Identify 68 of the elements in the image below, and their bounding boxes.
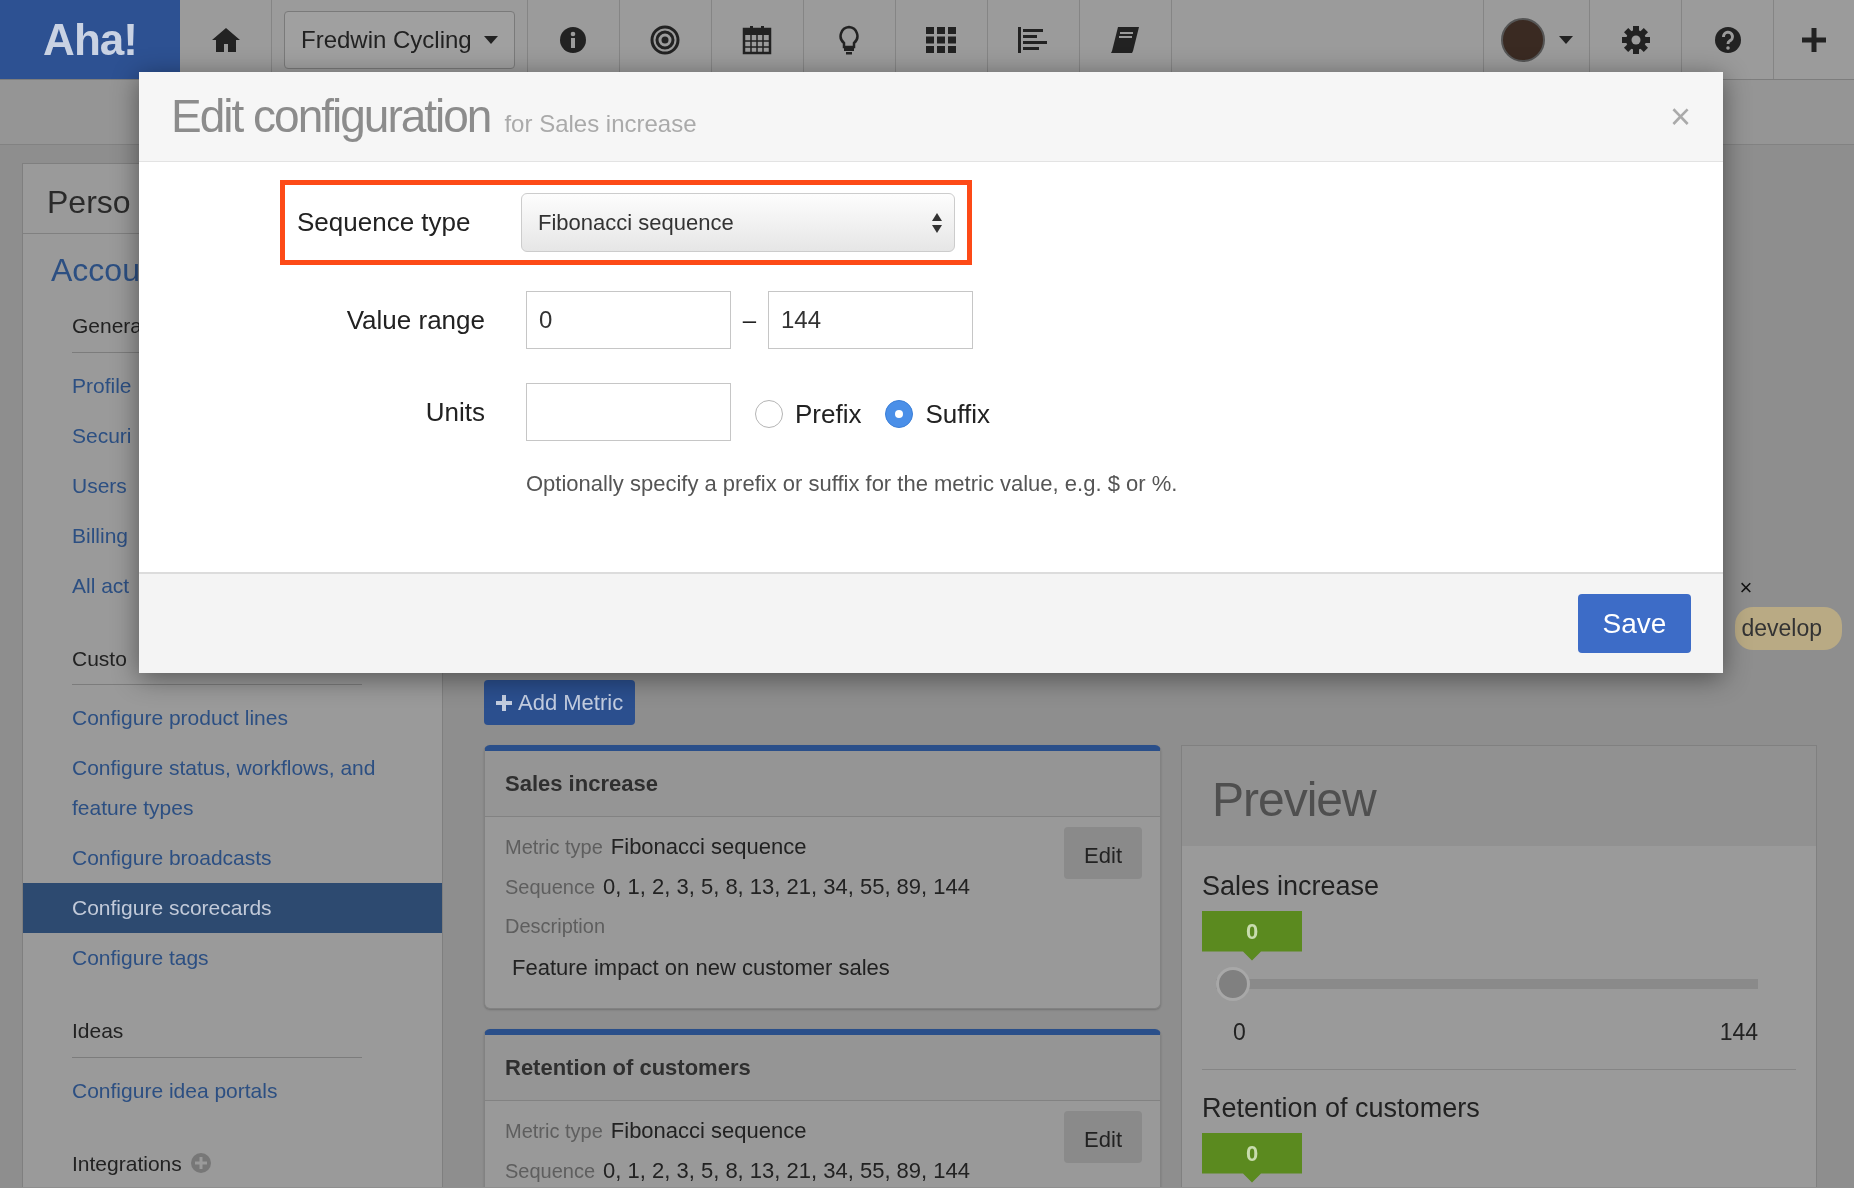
help-text: Optionally specify a prefix or suffix for the metric value, e.g. $ or %. xyxy=(526,470,1179,498)
grid-icon xyxy=(926,26,957,53)
slider-min-label: 0 xyxy=(1233,1017,1246,1047)
sidebar-link[interactable]: Configure status, workflows, and feature types xyxy=(23,743,442,833)
tag: develop xyxy=(1735,607,1842,650)
field-value: 0, 1, 2, 3, 5, 8, 13, 21, 34, 55, 89, 144 xyxy=(603,873,971,901)
edit-button[interactable]: Edit xyxy=(1064,1111,1142,1163)
calendar-icon xyxy=(742,24,773,55)
sidebar-link[interactable]: Configure scorecards xyxy=(23,883,442,933)
field-label: Sequence xyxy=(505,1159,596,1184)
range-separator: – xyxy=(741,305,758,335)
slider-handle[interactable] xyxy=(1216,966,1250,1001)
save-button[interactable]: Save xyxy=(1578,594,1691,653)
target-icon xyxy=(650,24,681,55)
radio-label: Prefix xyxy=(795,397,862,431)
lightbulb-icon xyxy=(838,24,861,55)
radio-button[interactable] xyxy=(885,400,914,428)
dialog-subtitle: for Sales increase xyxy=(504,108,697,139)
settings-icon xyxy=(1620,24,1651,55)
field-value: Fibonacci sequence xyxy=(610,833,807,861)
metric-title: Sales increase xyxy=(485,751,1160,817)
plus-icon xyxy=(1801,26,1827,53)
input-field[interactable]: 144 xyxy=(768,291,973,349)
sidebar-link[interactable]: Configure idea portals xyxy=(23,1065,442,1116)
sidebar-link[interactable]: Configure product lines xyxy=(23,693,442,743)
section-heading: Genera xyxy=(72,313,143,339)
logo[interactable]: Aha! xyxy=(0,0,180,79)
value-badge: 0 xyxy=(1202,910,1302,961)
slider-max-label: 144 xyxy=(1719,1017,1758,1047)
metric-name: Sales increase xyxy=(1202,870,1381,903)
metric-title: Retention of customers xyxy=(485,1035,1160,1101)
workspace-dropdown[interactable]: Fredwin Cycling xyxy=(284,10,515,69)
field-label: Sequence xyxy=(505,875,596,900)
edit-button[interactable]: Edit xyxy=(1064,827,1142,879)
section-heading: Ideas xyxy=(72,1018,124,1044)
input-field[interactable]: 0 xyxy=(526,291,731,349)
field-label: Metric type xyxy=(505,1119,603,1144)
field-value: Fibonacci sequence xyxy=(610,1117,807,1145)
help-icon xyxy=(1713,25,1742,54)
field-label: Value range xyxy=(345,303,486,337)
section-heading: Custo xyxy=(72,645,127,672)
preview-title: Preview xyxy=(1182,746,1816,846)
caret-icon xyxy=(483,35,498,44)
info-icon xyxy=(559,25,588,54)
sidebar-heading: Accou xyxy=(50,251,141,290)
field-label: Units xyxy=(424,395,486,429)
caret-icon xyxy=(1558,35,1573,44)
section-heading: Integrations xyxy=(72,1150,182,1177)
book-icon xyxy=(1110,25,1141,54)
select-field[interactable]: Fibonacci sequence xyxy=(521,193,955,252)
plus-icon xyxy=(496,694,512,711)
field-value: 0, 1, 2, 3, 5, 8, 13, 21, 34, 55, 89, 144 xyxy=(603,1157,971,1185)
add-metric-button[interactable]: Add Metric xyxy=(484,680,636,725)
input-field[interactable] xyxy=(526,383,731,441)
lines-icon xyxy=(1018,26,1049,53)
radio-label: Suffix xyxy=(925,397,991,431)
updown-icon xyxy=(932,212,942,233)
field-label: Description xyxy=(505,914,607,939)
radio-button[interactable] xyxy=(755,400,783,428)
field-label: Metric type xyxy=(505,835,603,860)
description-text: Feature impact on new customer sales xyxy=(511,954,891,982)
sidebar-link[interactable]: Configure tags xyxy=(23,933,442,983)
dialog-title: Edit configuration xyxy=(171,89,491,144)
value-badge: 0 xyxy=(1202,1132,1302,1183)
home-icon xyxy=(210,26,241,53)
remove-tag-button[interactable]: × xyxy=(1739,577,1753,599)
metric-name: Retention of customers xyxy=(1202,1092,1481,1125)
sidebar-link[interactable]: Configure broadcasts xyxy=(23,833,442,883)
